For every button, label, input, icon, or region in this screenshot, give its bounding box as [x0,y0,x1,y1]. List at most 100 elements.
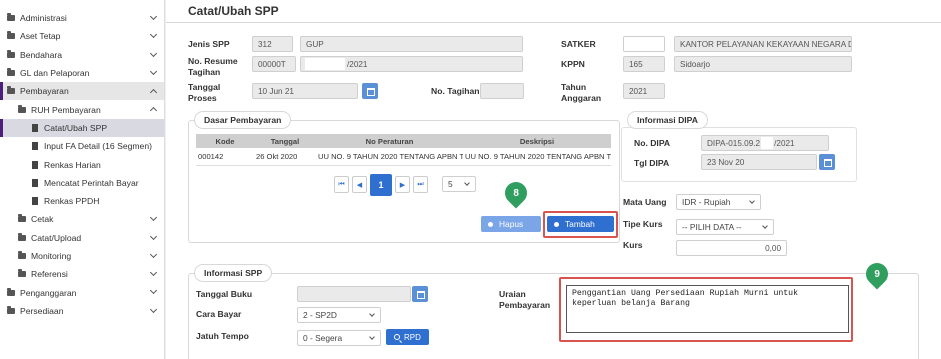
redacted-block [761,137,774,149]
page-size-select[interactable]: 5 [442,176,476,192]
kurs-label: Kurs [623,240,643,250]
uraian-pembayaran-textarea[interactable]: Penggantian Uang Persediaan Rupiah Murni… [566,285,849,333]
tgl-dipa-field[interactable]: 23 Nov 20 [701,154,817,170]
next-page-icon[interactable]: ▶ [395,176,410,193]
chevron-down-icon [149,232,158,240]
tipe-kurs-select[interactable]: -- PILIH DATA -- [676,219,774,235]
sidebar-item-penganggaran[interactable]: Penganggaran [0,283,164,301]
sidebar-item-aset-tetap[interactable]: Aset Tetap [0,27,164,45]
uraian-pembayaran-label: Uraian Pembayaran [499,289,551,310]
no-dipa-field: DIPA-015.09.2 /2021 [701,135,829,151]
calendar-icon[interactable] [412,286,428,302]
sidebar-item-pembayaran[interactable]: Pembayaran [0,82,164,101]
sidebar-item-label: Referensi [31,269,68,280]
calendar-icon[interactable] [362,83,378,99]
no-dipa-prefix: DIPA-015.09.2 [707,138,761,148]
cara-bayar-label: Cara Bayar [196,309,242,319]
chevron-down-icon [149,49,158,57]
folder-icon [7,49,15,58]
sidebar-item-catat-ubah-spp[interactable]: Catat/Ubah SPP [0,118,164,138]
sidebar-item-bendahara[interactable]: Bendahara [0,46,164,64]
sidebar-item-input-fa-detail[interactable]: Input FA Detail (16 Segmen) [0,137,164,155]
sidebar-item-label: Catat/Ubah SPP [44,122,108,133]
sidebar-item-gl-pelaporan[interactable]: GL dan Pelaporan [0,64,164,82]
sidebar-item-referensi[interactable]: Referensi [0,265,164,283]
chevron-down-icon [149,67,158,75]
sidebar-item-label: Mencatat Perintah Bayar [44,177,139,188]
chevron-up-icon [149,107,158,115]
kurs-field[interactable]: 0,00 [676,240,787,256]
tambah-label: Tambah [565,219,595,229]
calendar-icon[interactable] [819,154,835,170]
sidebar-item-renkas-harian[interactable]: Renkas Harian [0,155,164,173]
sidebar-item-mencatat-perintah-bayar[interactable]: Mencatat Perintah Bayar [0,174,164,192]
resume-suffix-field: /2021 [300,56,523,72]
folder-icon [7,86,15,95]
chevron-down-icon [762,223,768,229]
sidebar-item-renkas-ppdh[interactable]: Renkas PPDH [0,192,164,210]
first-page-icon[interactable]: ⏮ [334,176,349,193]
cell-no-peraturan: UU NO. 9 TAHUN 2020 TENTANG APBN T. [316,148,463,166]
rpd-button[interactable]: RPD [386,329,429,345]
sidebar-item-cetak[interactable]: Cetak [0,210,164,228]
tahun-anggaran-field: 2021 [623,83,665,99]
sidebar-item-catat-upload[interactable]: Catat/Upload [0,229,164,247]
sidebar-item-label: Monitoring [31,251,72,261]
sidebar: Administrasi Aset Tetap Bendahara GL dan… [0,0,165,359]
col-tanggal[interactable]: Tanggal [254,134,316,148]
sidebar-item-label: Pembayaran [20,86,69,97]
cara-bayar-select[interactable]: 2 - SP2D [297,307,381,323]
jatuh-tempo-select[interactable]: 0 - Segera [297,330,381,346]
col-kode[interactable]: Kode [196,134,254,148]
no-tagihan-label: No. Tagihan [431,86,480,96]
resume-suffix-text: /2021 [347,59,368,69]
tambah-button[interactable]: Tambah [547,216,614,232]
hapus-button[interactable]: Hapus [481,216,541,232]
sidebar-item-ruh-pembayaran[interactable]: RUH Pembayaran [0,100,164,118]
mata-uang-select[interactable]: IDR - Rupiah [676,194,761,210]
sidebar-item-administrasi[interactable]: Administrasi [0,9,164,27]
sidebar-item-label: Persediaan [20,305,64,316]
tipe-kurs-value: -- PILIH DATA -- [682,222,742,232]
tipe-kurs-label: Tipe Kurs [623,219,663,229]
table-row[interactable]: 000142 26 Okt 2020 UU NO. 9 TAHUN 2020 T… [196,148,611,166]
last-page-icon[interactable]: ⏭ [413,176,428,193]
table-header-row: Kode Tanggal No Peraturan Deskripsi [196,134,611,148]
tgl-proses-field[interactable]: 10 Jun 21 [252,83,358,99]
col-no-peraturan[interactable]: No Peraturan [316,134,463,148]
sidebar-item-label: Renkas Harian [44,159,101,170]
tahun-anggaran-label: Tahun Anggaran [561,82,602,103]
sidebar-item-monitoring[interactable]: Monitoring [0,247,164,265]
informasi-spp-title: Informasi SPP [194,264,273,282]
no-dipa-label: No. DIPA [634,138,671,148]
page-title: Catat/Ubah SPP [188,4,279,18]
sidebar-item-persediaan[interactable]: Persediaan [0,302,164,320]
no-tagihan-field[interactable] [480,83,524,99]
tanggal-buku-label: Tanggal Buku [196,289,253,299]
chevron-down-icon [464,180,470,186]
folder-icon [7,68,15,77]
tanggal-buku-field[interactable] [297,286,411,302]
chevron-down-icon [749,198,755,204]
document-icon [32,178,38,187]
resume-prefix-field: 00000T [252,56,296,72]
satker-code-field [623,36,665,52]
page-size-value: 5 [448,179,453,189]
mata-uang-label: Mata Uang [623,197,667,207]
cara-bayar-value: 2 - SP2D [303,310,337,320]
folder-icon [7,305,15,314]
rpd-label: RPD [404,332,421,342]
document-icon [32,160,38,169]
tgl-dipa-label: Tgl DIPA [634,158,670,168]
page-current[interactable]: 1 [370,174,392,196]
col-deskripsi[interactable]: Deskripsi [463,134,611,148]
prev-page-icon[interactable]: ◀ [352,176,367,193]
chevron-down-icon [149,214,158,222]
cell-deskripsi: UU NO. 9 TAHUN 2020 TENTANG APBN T. [463,148,611,166]
kppn-name-field: Sidoarjo [674,56,852,72]
sidebar-item-label: GL dan Pelaporan [20,68,90,79]
chevron-up-icon [149,89,158,97]
chevron-down-icon [369,334,375,340]
document-icon [32,123,38,132]
dasar-pembayaran-title: Dasar Pembayaran [194,111,292,129]
